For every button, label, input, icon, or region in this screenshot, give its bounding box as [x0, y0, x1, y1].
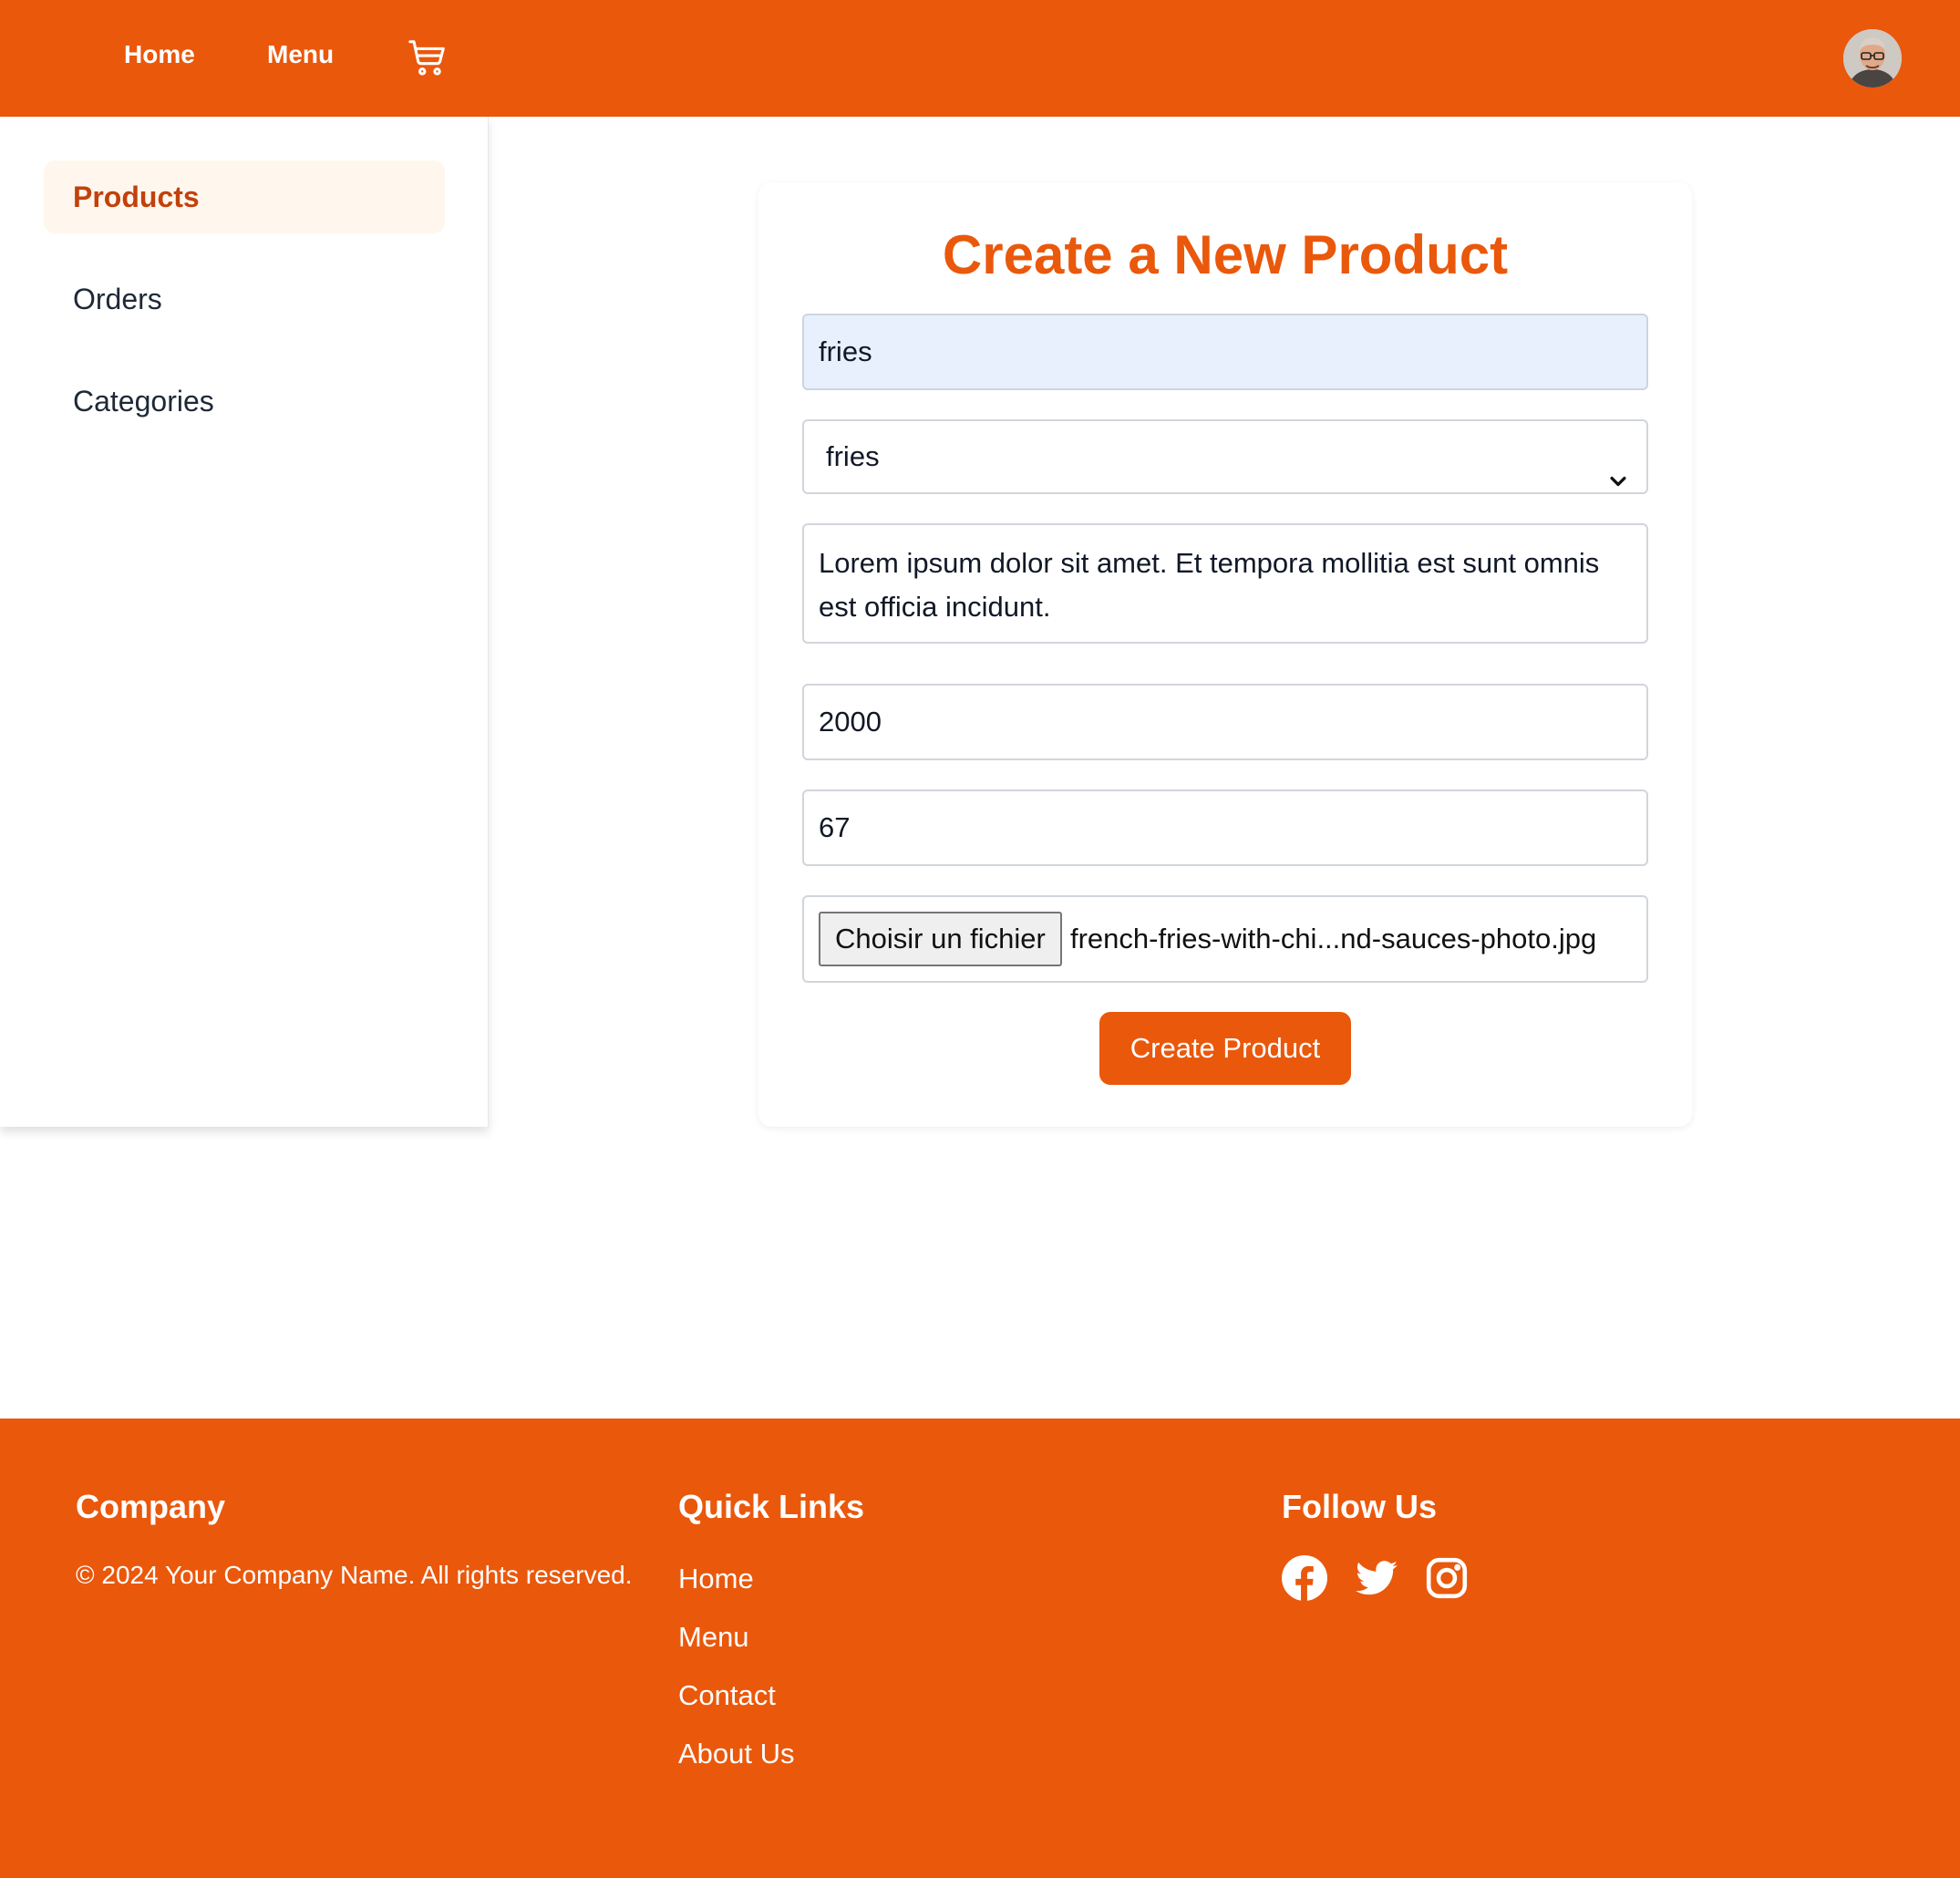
- price-input[interactable]: 2000: [802, 684, 1648, 760]
- footer-quick-links-heading: Quick Links: [678, 1488, 865, 1525]
- selected-file-name: french-fries-with-chi...nd-sauces-photo.…: [1070, 923, 1597, 954]
- create-product-card: Create a New Product fries fries Lorem i…: [758, 182, 1692, 1127]
- user-avatar[interactable]: [1843, 29, 1902, 88]
- choose-file-button[interactable]: Choisir un fichier: [819, 912, 1062, 966]
- category-select[interactable]: fries: [802, 419, 1648, 494]
- page-title: Create a New Product: [942, 224, 1509, 285]
- category-selected-value: fries: [826, 440, 880, 472]
- quantity-input[interactable]: 67: [802, 789, 1648, 866]
- site-footer: Company © 2024 Your Company Name. All ri…: [0, 1419, 1960, 1878]
- nav-menu-link[interactable]: Menu: [267, 36, 334, 73]
- sidebar-item-orders[interactable]: Orders: [44, 263, 445, 335]
- description-textarea[interactable]: Lorem ipsum dolor sit amet. Et tempora m…: [802, 523, 1648, 644]
- sidebar-item-categories[interactable]: Categories: [44, 365, 445, 438]
- sidebar-item-products[interactable]: Products: [44, 160, 445, 233]
- facebook-icon[interactable]: [1282, 1555, 1327, 1601]
- instagram-icon[interactable]: [1424, 1555, 1470, 1601]
- twitter-icon[interactable]: [1354, 1555, 1399, 1601]
- admin-sidebar: Products Orders Categories: [0, 117, 489, 1127]
- footer-link-contact[interactable]: Contact: [678, 1676, 776, 1716]
- footer-link-home[interactable]: Home: [678, 1559, 754, 1599]
- footer-link-about-us[interactable]: About Us: [678, 1734, 795, 1774]
- chevron-down-icon: [1608, 447, 1628, 487]
- create-product-button[interactable]: Create Product: [1099, 1012, 1351, 1085]
- image-file-input: Choisir un fichier french-fries-with-chi…: [802, 895, 1648, 983]
- footer-company-heading: Company: [76, 1488, 226, 1525]
- footer-link-menu[interactable]: Menu: [678, 1617, 749, 1657]
- shopping-cart-icon[interactable]: [407, 36, 449, 78]
- copyright-text: © 2024 Your Company Name. All rights res…: [76, 1561, 633, 1589]
- product-name-input[interactable]: fries: [802, 314, 1648, 390]
- nav-home-link[interactable]: Home: [124, 36, 195, 73]
- top-navbar: Home Menu: [0, 0, 1960, 117]
- footer-follow-heading: Follow Us: [1282, 1488, 1437, 1525]
